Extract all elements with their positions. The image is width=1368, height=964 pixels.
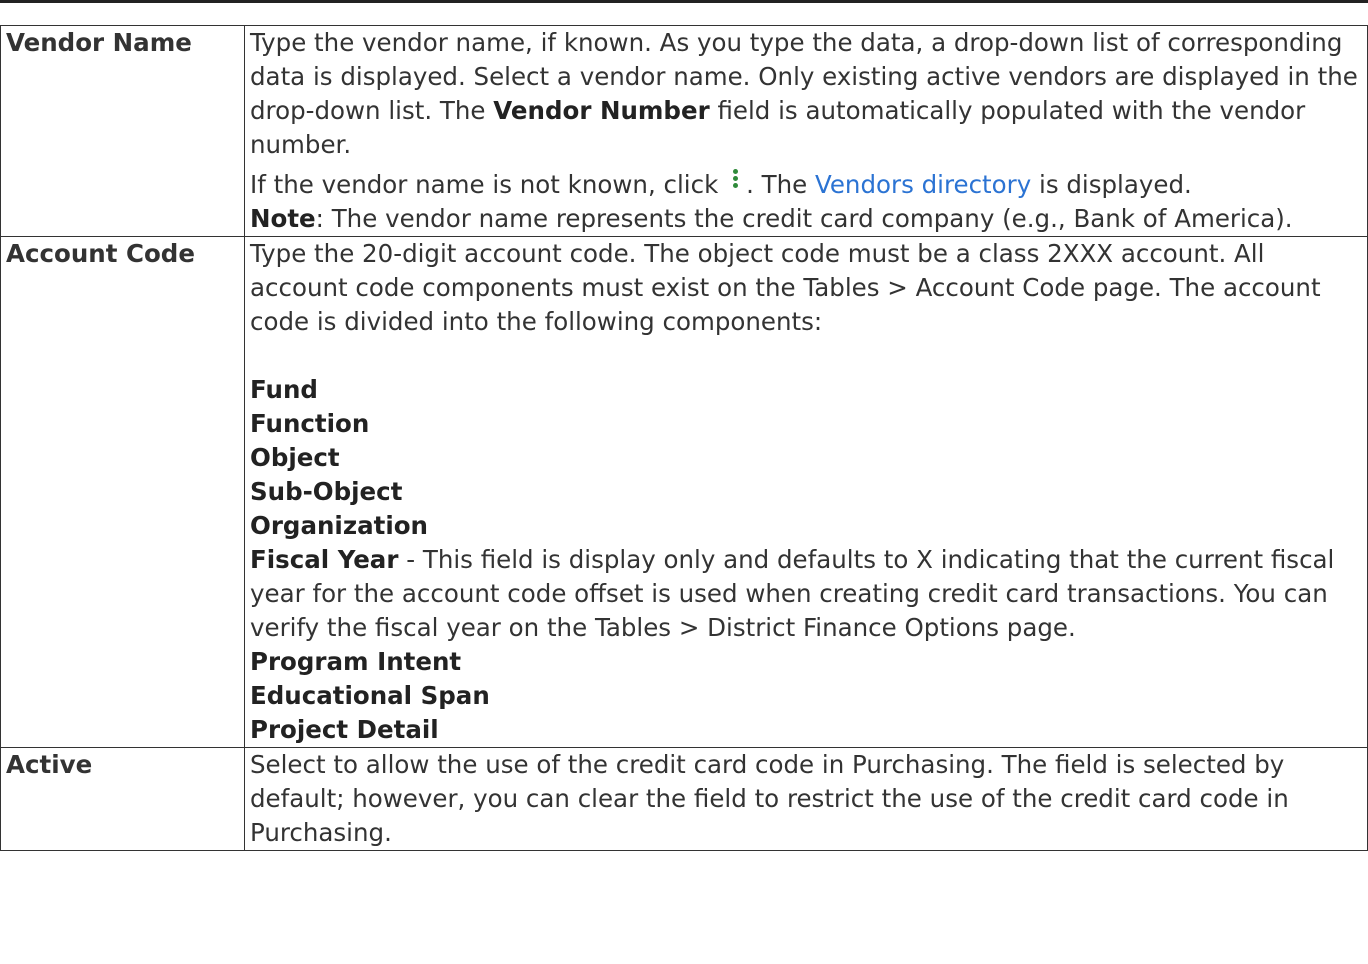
fiscal-year-item: Fiscal Year - This field is display only… — [250, 543, 1365, 645]
field-label: Active — [0, 747, 245, 851]
component-project-detail: Project Detail — [250, 715, 439, 744]
vendors-directory-link[interactable]: Vendors directory — [815, 170, 1031, 199]
field-description-table: Vendor Name Type the vendor name, if kno… — [0, 25, 1368, 851]
field-label: Account Code — [0, 236, 245, 748]
component-sub-object: Sub-Object — [250, 477, 403, 506]
component-object: Object — [250, 443, 340, 472]
component-program-intent: Program Intent — [250, 647, 462, 676]
field-description: Type the 20-digit account code. The obje… — [244, 236, 1368, 748]
note-text: : The vendor name represents the credit … — [315, 204, 1293, 233]
vendor-lookup-paragraph: If the vendor name is not known, click .… — [250, 168, 1365, 236]
bold-term: Vendor Number — [493, 96, 710, 125]
component-organization: Organization — [250, 511, 428, 540]
component-educational-span: Educational Span — [250, 681, 490, 710]
component-function: Function — [250, 409, 370, 438]
field-label: Vendor Name — [0, 25, 245, 237]
fiscal-year-description: - This field is display only and default… — [250, 545, 1335, 642]
vertical-ellipsis-icon — [730, 169, 740, 188]
text: If the vendor name is not known, click — [250, 170, 727, 199]
table-row-vendor-name: Vendor Name Type the vendor name, if kno… — [0, 25, 1368, 237]
component-fund: Fund — [250, 375, 318, 404]
component-fiscal-year: Fiscal Year — [250, 545, 399, 574]
vendor-name-paragraph: Type the vendor name, if known. As you t… — [250, 26, 1365, 162]
table-row-account-code: Account Code Type the 20-digit account c… — [0, 236, 1368, 748]
field-description: Select to allow the use of the credit ca… — [244, 747, 1368, 851]
text: . The — [746, 170, 815, 199]
field-description: Type the vendor name, if known. As you t… — [244, 25, 1368, 237]
text: is displayed. — [1031, 170, 1192, 199]
note-label: Note — [250, 204, 316, 233]
top-rule — [0, 0, 1368, 3]
account-code-intro: Type the 20-digit account code. The obje… — [250, 239, 1321, 336]
table-row-active: Active Select to allow the use of the cr… — [0, 747, 1368, 851]
